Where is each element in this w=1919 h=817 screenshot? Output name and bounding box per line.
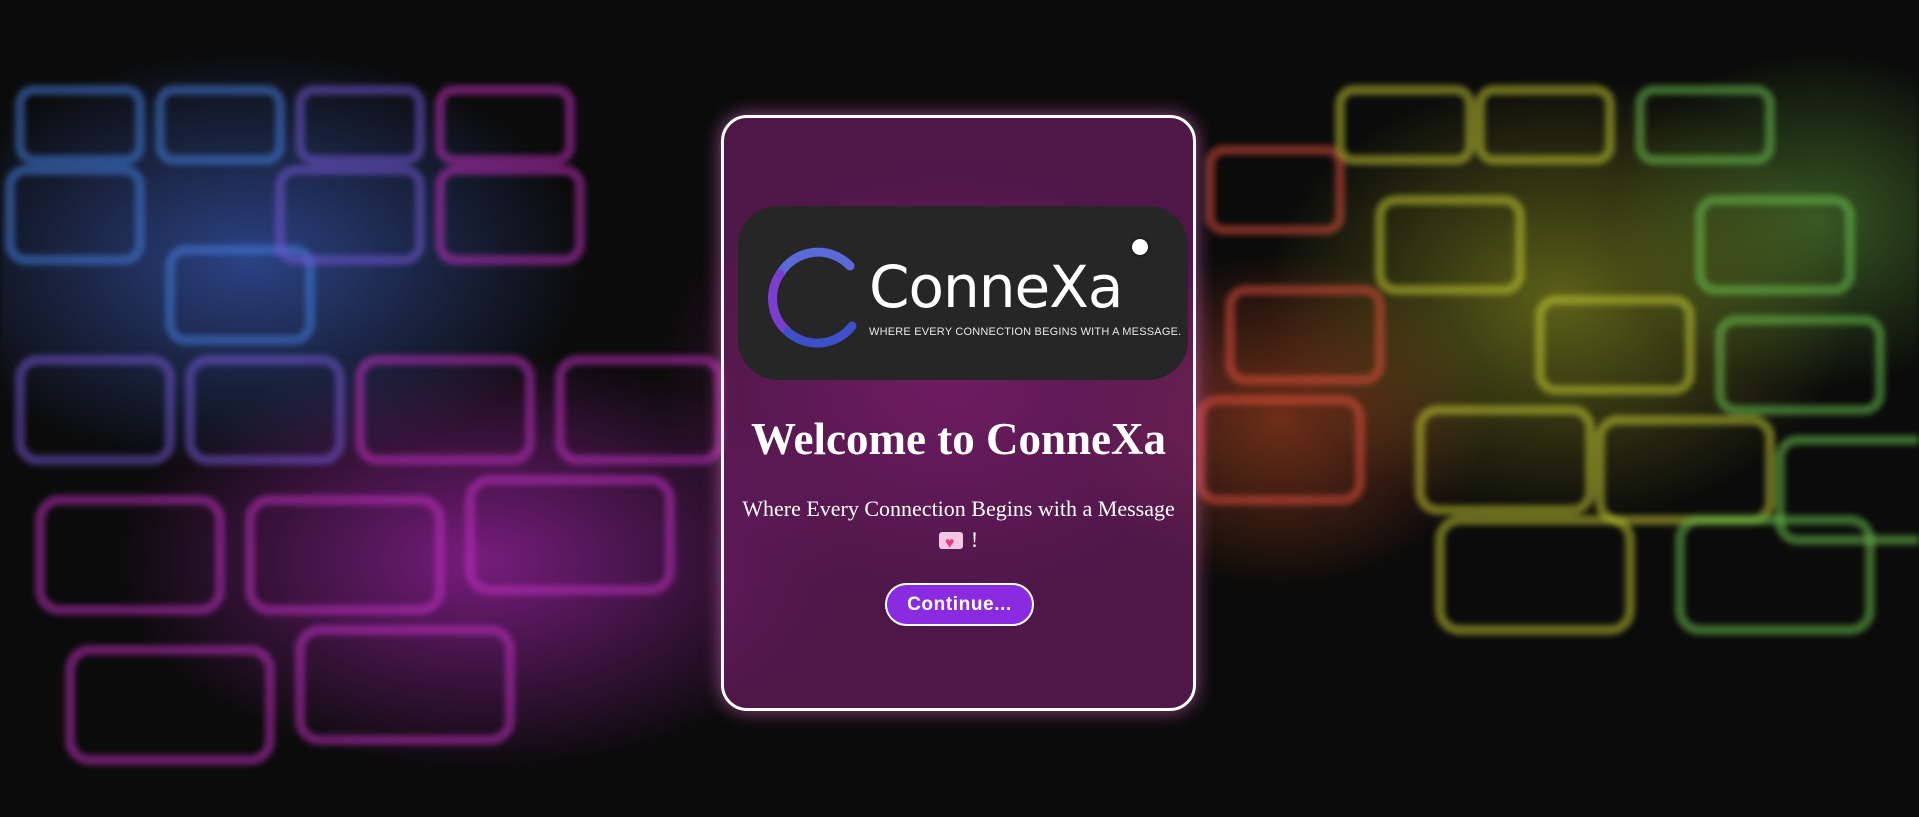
connexa-logo: ConneXa WHERE EVERY CONNECTION BEGINS WI… [738,206,1188,380]
welcome-subtitle: Where Every Connection Begins with a Mes… [724,493,1193,559]
subtitle-exclamation: ! [970,527,979,552]
page-title: Welcome to ConneXa [751,414,1166,464]
logo-dot-icon [1132,239,1148,255]
logo-wordmark: ConneXa [869,253,1123,321]
logo-tagline: WHERE EVERY CONNECTION BEGINS WITH A MES… [869,326,1182,338]
subtitle-line-1: Where Every Connection Begins with a Mes… [742,496,1175,521]
heart-letter-icon [938,528,963,559]
continue-button[interactable]: Continue... [885,583,1034,626]
connexa-logo-icon [768,247,857,348]
welcome-card: ConneXa WHERE EVERY CONNECTION BEGINS WI… [721,115,1196,711]
